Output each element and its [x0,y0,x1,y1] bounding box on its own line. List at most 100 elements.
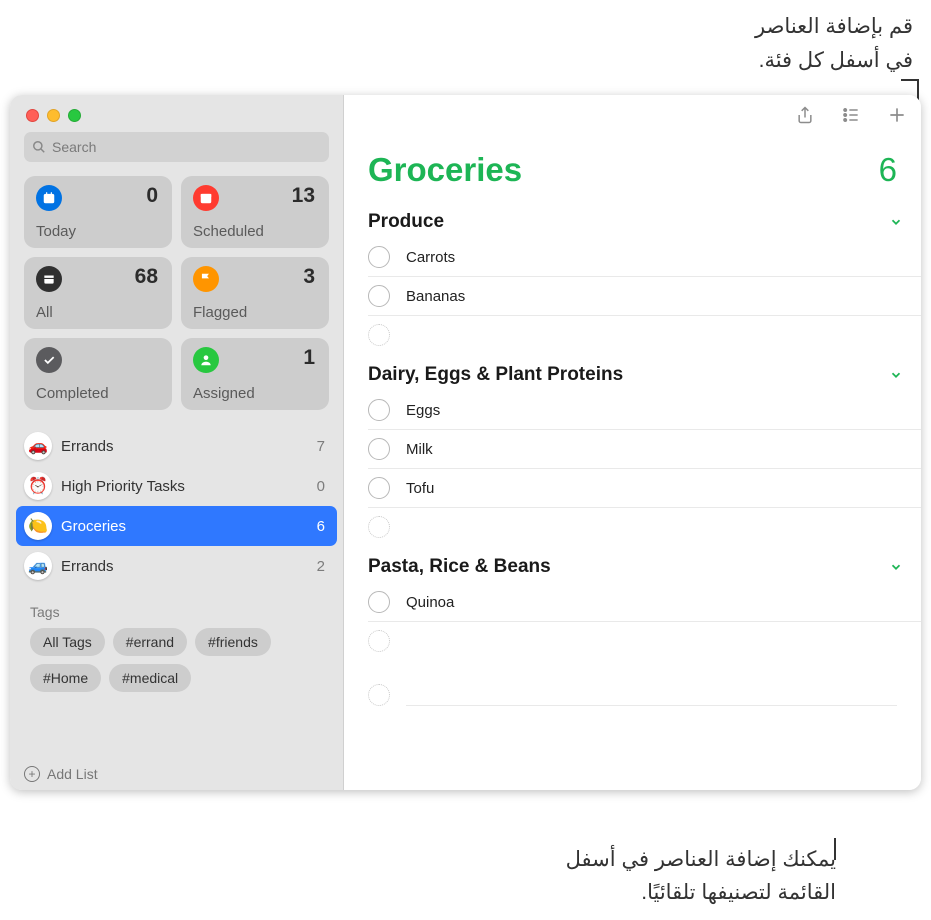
callout-top-line2: في أسفل كل فئة. [755,44,913,78]
tag-home[interactable]: #Home [30,664,101,692]
new-reminder-row[interactable] [368,622,921,660]
smart-today-count: 0 [146,184,158,208]
add-list-button[interactable]: + Add List [24,766,98,782]
minimize-window-button[interactable] [47,109,60,122]
traffic-lights [10,95,343,132]
search-icon [32,140,46,154]
section-pasta: Pasta, Rice & Beans Quinoa [344,546,921,660]
reminder-checkbox[interactable] [368,591,390,613]
plus-circle-icon: + [24,766,40,782]
list-icon-lemon: 🍋 [24,512,52,540]
add-list-label: Add List [47,766,98,782]
smart-all[interactable]: 68 All [24,257,172,329]
search-input[interactable]: Search [24,132,329,162]
list-name: Errands [61,438,308,455]
list-icon-car: 🚗 [24,432,52,460]
smart-assigned[interactable]: 1 Assigned [181,338,329,410]
chevron-down-icon[interactable] [889,560,903,574]
smart-all-count: 68 [135,265,158,289]
tag-friends[interactable]: #friends [195,628,271,656]
smart-today-label: Today [36,223,76,240]
tag-medical[interactable]: #medical [109,664,191,692]
callout-top-line1: قم بإضافة العناصر [755,10,913,44]
reminder-item[interactable]: Tofu [368,469,921,508]
completed-icon [42,353,56,367]
share-icon[interactable] [795,104,815,126]
reminder-label: Quinoa [406,594,454,611]
reminder-item[interactable]: Eggs [368,391,921,430]
list-count: 6 [317,518,325,535]
tags-section: Tags All Tags #errand #friends #Home #me… [10,586,343,692]
reminder-checkbox[interactable] [368,399,390,421]
smart-today[interactable]: 0 Today [24,176,172,248]
callout-top: قم بإضافة العناصر في أسفل كل فئة. [755,10,913,77]
reminder-label: Tofu [406,480,434,497]
new-reminder-placeholder-icon [368,630,390,652]
callout-bottom: يمكنك إضافة العناصر في أسفل القائمة لتصن… [566,843,836,910]
tag-errand[interactable]: #errand [113,628,187,656]
search-placeholder: Search [52,139,96,155]
reminder-checkbox[interactable] [368,438,390,460]
sidebar: Search 0 Today 13 Scheduled [10,95,344,790]
smart-scheduled[interactable]: 13 Scheduled [181,176,329,248]
list-errands-1[interactable]: 🚗 Errands 7 [16,426,337,466]
smart-completed[interactable]: Completed [24,338,172,410]
tag-all[interactable]: All Tags [30,628,105,656]
all-icon [42,272,56,286]
new-reminder-row[interactable] [368,316,921,354]
smart-flagged-count: 3 [303,265,315,289]
assigned-icon [199,353,213,367]
list-icon-clock: ⏰ [24,472,52,500]
smart-completed-label: Completed [36,385,109,402]
new-reminder-row[interactable] [368,508,921,546]
list-errands-2[interactable]: 🚙 Errands 2 [16,546,337,586]
list-name: Groceries [61,518,308,535]
reminder-checkbox[interactable] [368,285,390,307]
scheduled-icon [199,191,213,205]
chevron-down-icon[interactable] [889,215,903,229]
fullscreen-window-button[interactable] [68,109,81,122]
section-produce: Produce Carrots Bananas [344,201,921,354]
smart-scheduled-label: Scheduled [193,223,264,240]
list-view-icon[interactable] [841,104,861,126]
callout-bottom-line2: القائمة لتصنيفها تلقائيًا. [566,876,836,910]
new-reminder-placeholder-icon [368,324,390,346]
reminder-item[interactable]: Bananas [368,277,921,316]
reminder-item[interactable]: Quinoa [368,583,921,622]
page-count: 6 [879,151,897,189]
reminder-checkbox[interactable] [368,246,390,268]
callout-bottom-line1: يمكنك إضافة العناصر في أسفل [566,843,836,877]
smart-flagged[interactable]: 3 Flagged [181,257,329,329]
smart-scheduled-count: 13 [292,184,315,208]
today-icon [42,191,56,205]
reminder-label: Eggs [406,402,440,419]
list-high-priority[interactable]: ⏰ High Priority Tasks 0 [16,466,337,506]
section-dairy: Dairy, Eggs & Plant Proteins Eggs Milk T… [344,354,921,546]
section-title: Pasta, Rice & Beans [368,556,551,578]
sidebar-lists: 🚗 Errands 7 ⏰ High Priority Tasks 0 🍋 Gr… [10,420,343,586]
reminder-label: Bananas [406,288,465,305]
new-reminder-placeholder-icon [368,684,390,706]
chevron-down-icon[interactable] [889,368,903,382]
list-count: 7 [317,438,325,455]
flag-icon [199,272,213,286]
list-count: 0 [317,478,325,495]
smart-lists-grid: 0 Today 13 Scheduled 68 All [10,170,343,420]
list-count: 2 [317,558,325,575]
add-reminder-icon[interactable] [887,104,907,126]
app-window: Search 0 Today 13 Scheduled [10,95,921,790]
list-groceries[interactable]: 🍋 Groceries 6 [16,506,337,546]
list-name: Errands [61,558,308,575]
new-reminder-placeholder-icon [368,516,390,538]
reminder-item[interactable]: Carrots [368,238,921,277]
toolbar-right [795,104,907,126]
section-title: Produce [368,211,444,233]
reminder-item[interactable]: Milk [368,430,921,469]
smart-flagged-label: Flagged [193,304,247,321]
new-uncategorized-row[interactable] [344,660,921,706]
reminder-checkbox[interactable] [368,477,390,499]
smart-all-label: All [36,304,53,321]
list-icon-car2: 🚙 [24,552,52,580]
close-window-button[interactable] [26,109,39,122]
section-title: Dairy, Eggs & Plant Proteins [368,364,623,386]
